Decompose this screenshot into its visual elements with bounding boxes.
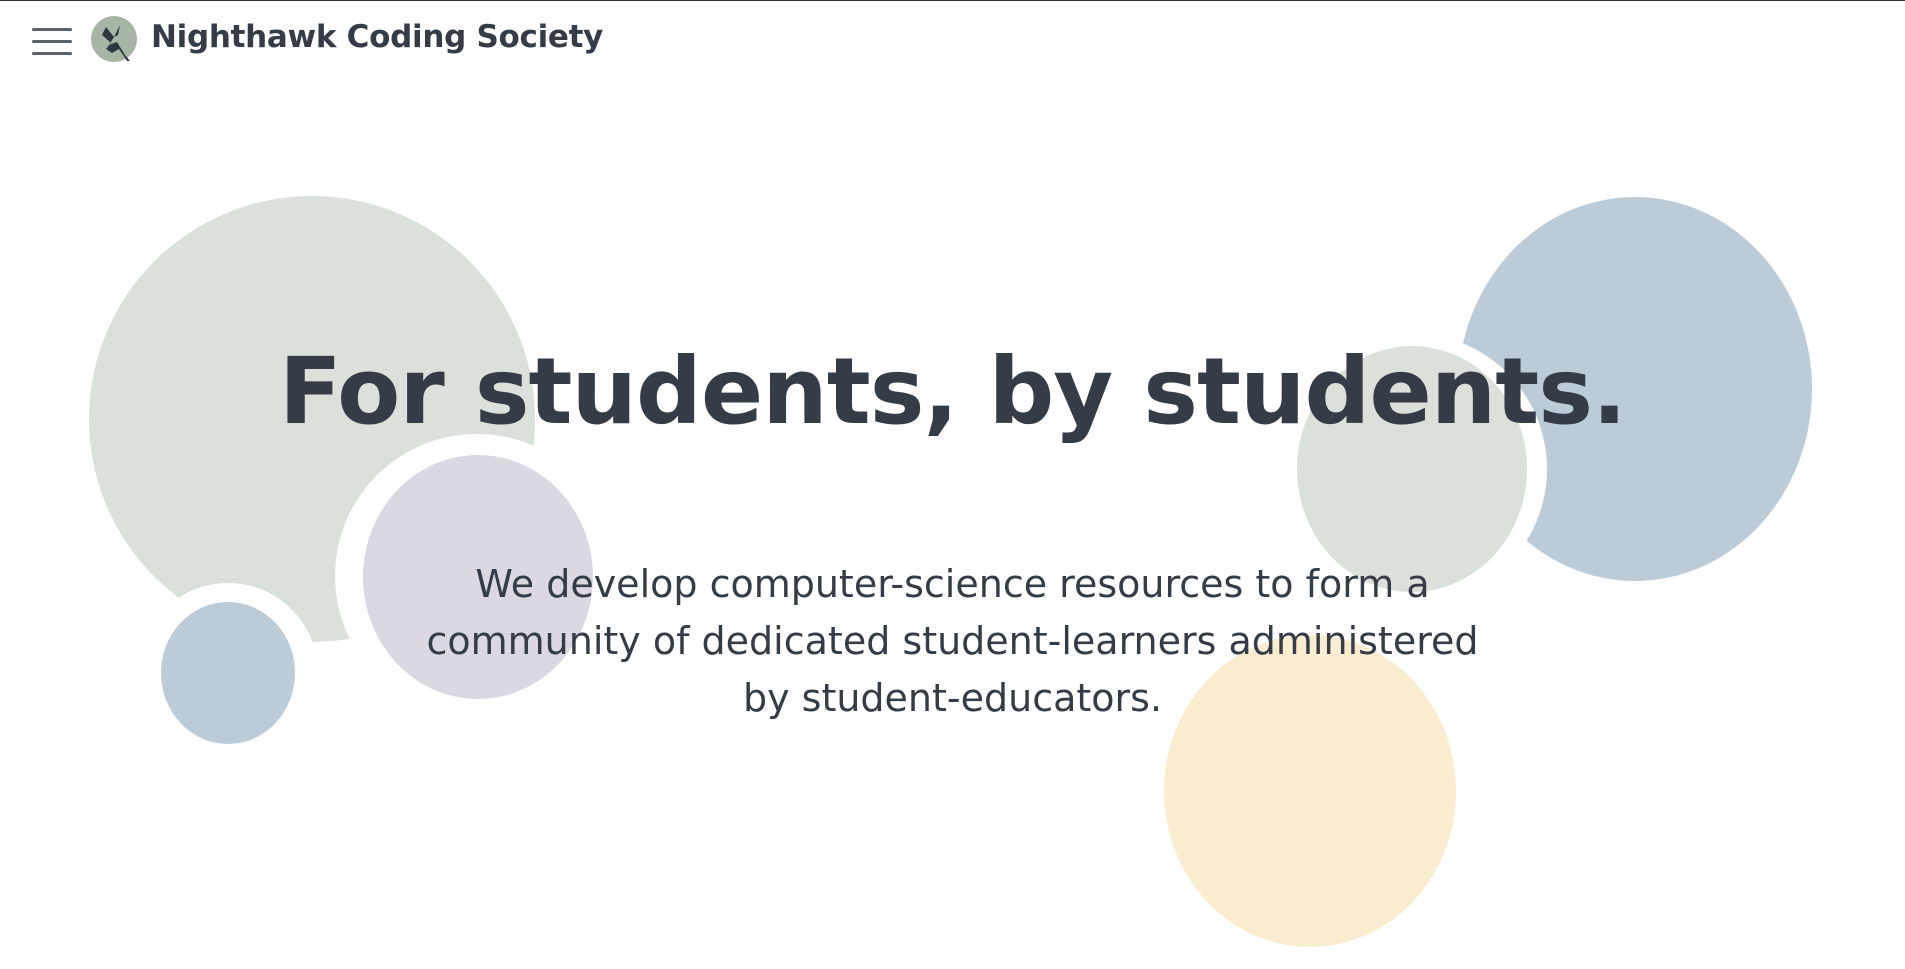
hero-subtitle-text: We develop computer-science resources to… <box>426 562 1479 720</box>
site-header: Nighthawk Coding Society <box>0 1 1905 81</box>
hero-subtitle: We develop computer-science resources to… <box>0 556 1905 727</box>
brand-name-link[interactable]: Nighthawk Coding Society <box>151 19 603 55</box>
hero-title: For students, by students. <box>279 338 1627 445</box>
decorative-circles <box>89 196 1812 947</box>
nighthawk-logo-icon[interactable] <box>90 15 142 67</box>
hamburger-menu-icon[interactable] <box>32 25 72 57</box>
